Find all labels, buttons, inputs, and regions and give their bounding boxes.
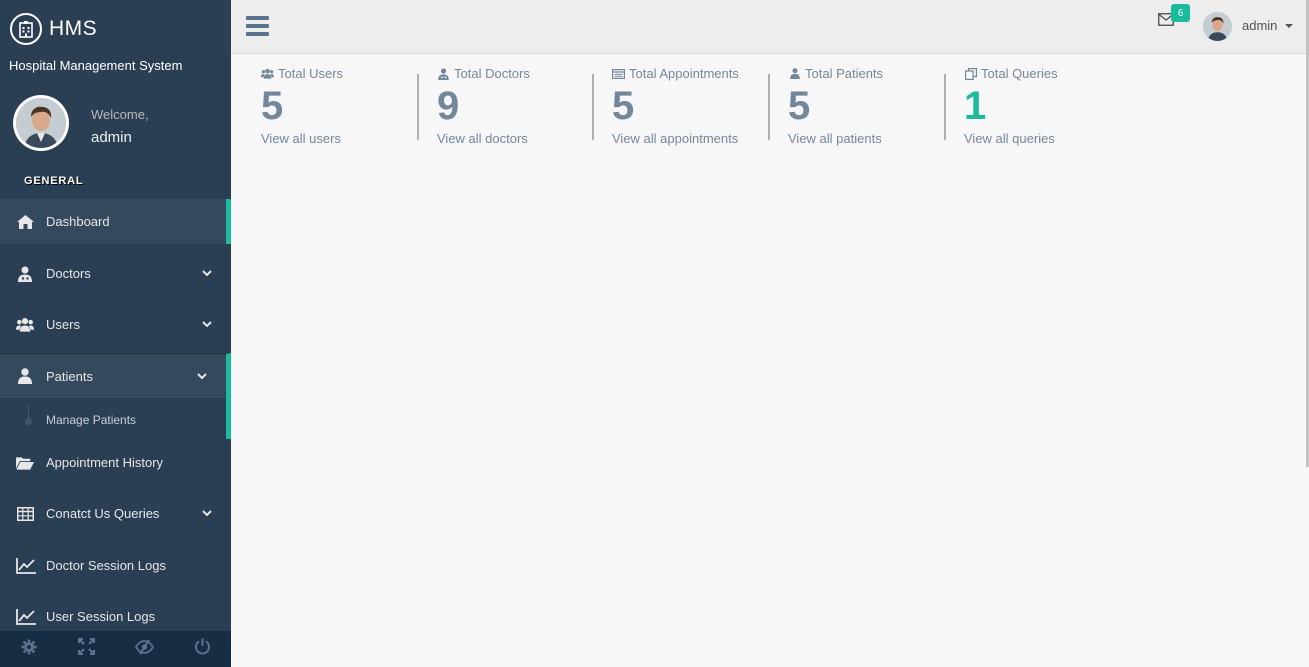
list-icon (612, 68, 625, 79)
sidebar-item-doctor-session-logs[interactable]: Doctor Session Logs (0, 543, 231, 588)
welcome-text: Welcome, (91, 107, 149, 122)
table-icon (16, 505, 34, 523)
menu-bar (246, 32, 269, 36)
sidebar-item-label: Doctor Session Logs (46, 558, 166, 573)
tile-link-view-doctors[interactable]: View all doctors (437, 131, 530, 146)
tile-title: Total Doctors (454, 66, 530, 81)
user-avatar[interactable] (1203, 12, 1232, 41)
eye-slash-icon (134, 638, 154, 660)
tile-title: Total Users (278, 66, 344, 81)
line-chart-icon (16, 608, 36, 626)
home-icon (16, 213, 34, 231)
fullscreen-icon (78, 638, 96, 660)
sidebar-item-label: Doctors (46, 266, 91, 281)
tile-divider (592, 74, 594, 140)
submenu-item-manage-patients[interactable]: Manage Patients (46, 413, 136, 427)
brand-subtitle: Hospital Management System (9, 58, 183, 73)
tile-count: 5 (788, 84, 811, 128)
fullscreen-button[interactable] (58, 631, 116, 667)
sidebar: HMS Hospital Management System Welcome, … (0, 0, 231, 667)
line-chart-icon (16, 557, 36, 575)
tile-link-view-users[interactable]: View all users (261, 131, 437, 146)
users-icon (261, 68, 274, 79)
hospital-icon (10, 13, 42, 45)
tile-divider (944, 74, 946, 140)
top-navbar: 6 admin (231, 0, 1309, 54)
sidebar-item-label: Users (46, 317, 80, 332)
profile-name: admin (91, 129, 132, 146)
tile-total-patients: Total Patients 5 View all patients (768, 66, 944, 156)
brand-link[interactable]: HMS (10, 12, 97, 46)
user-md-icon (16, 265, 34, 283)
sidebar-item-label: Patients (46, 368, 93, 384)
tile-title: Total Appointments (629, 66, 739, 81)
sidebar-item-users[interactable]: Users (0, 302, 231, 347)
tile-divider (417, 74, 419, 140)
sidebar-item-label: Appointment History (46, 455, 164, 470)
menu-bar (246, 24, 269, 28)
tile-count: 9 (437, 84, 460, 128)
chevron-down-icon (201, 508, 213, 520)
profile-avatar (13, 95, 69, 151)
settings-icon (21, 639, 37, 660)
power-icon (194, 638, 211, 660)
user-md-icon (437, 67, 450, 80)
sidebar-item-label: Dashboard (46, 214, 110, 229)
tile-link-view-queries[interactable]: View all queries (964, 131, 1058, 146)
tile-title: Total Queries (981, 66, 1058, 81)
menu-bar (246, 16, 269, 20)
brand-name: HMS (49, 17, 98, 40)
tile-title: Total Patients (805, 66, 884, 81)
tile-count: 5 (612, 84, 635, 128)
tile-count: 1 (964, 84, 987, 128)
user-icon (788, 68, 801, 79)
chevron-down-icon (201, 319, 213, 331)
sidebar-item-dashboard[interactable]: Dashboard (0, 199, 231, 244)
chevron-down-icon (201, 268, 213, 280)
user-icon (16, 367, 34, 385)
chevron-down-icon (196, 370, 208, 382)
logout-button[interactable] (173, 631, 231, 667)
tile-count: 5 (261, 84, 284, 128)
mail-count-badge: 6 (1171, 4, 1190, 22)
menu-section-title: GENERAL (24, 175, 84, 187)
sidebar-item-contact-queries[interactable]: Conatct Us Queries (0, 491, 231, 536)
menu-toggle-button[interactable] (246, 16, 269, 36)
tile-total-doctors: Total Doctors 9 View all doctors (417, 66, 593, 156)
sidebar-item-label: Conatct Us Queries (46, 506, 160, 521)
user-menu-name[interactable]: admin (1242, 18, 1277, 33)
tile-divider (768, 74, 770, 140)
tile-link-view-patients[interactable]: View all patients (788, 131, 883, 146)
submenu-dot (25, 418, 32, 425)
users-icon (16, 316, 34, 334)
patients-submenu: Manage Patients (0, 398, 231, 439)
caret-down-icon[interactable] (1285, 24, 1293, 28)
sidebar-item-label: User Session Logs (46, 609, 156, 624)
sidebar-footer (0, 631, 231, 667)
sidebar-item-patients[interactable]: Patients (0, 353, 231, 399)
folder-open-icon (16, 454, 34, 472)
sidebar-item-appointment-history[interactable]: Appointment History (0, 440, 231, 485)
sidebar-item-doctors[interactable]: Doctors (0, 251, 231, 296)
settings-button[interactable] (0, 631, 58, 667)
tile-total-appointments: Total Appointments 5 View all appointmen… (592, 66, 768, 156)
lock-button[interactable] (116, 631, 174, 667)
copy-icon (964, 67, 977, 80)
tile-link-view-appointments[interactable]: View all appointments (612, 131, 739, 146)
tile-total-users: Total Users 5 View all users (261, 66, 437, 156)
tile-total-queries: Total Queries 1 View all queries (944, 66, 1120, 156)
